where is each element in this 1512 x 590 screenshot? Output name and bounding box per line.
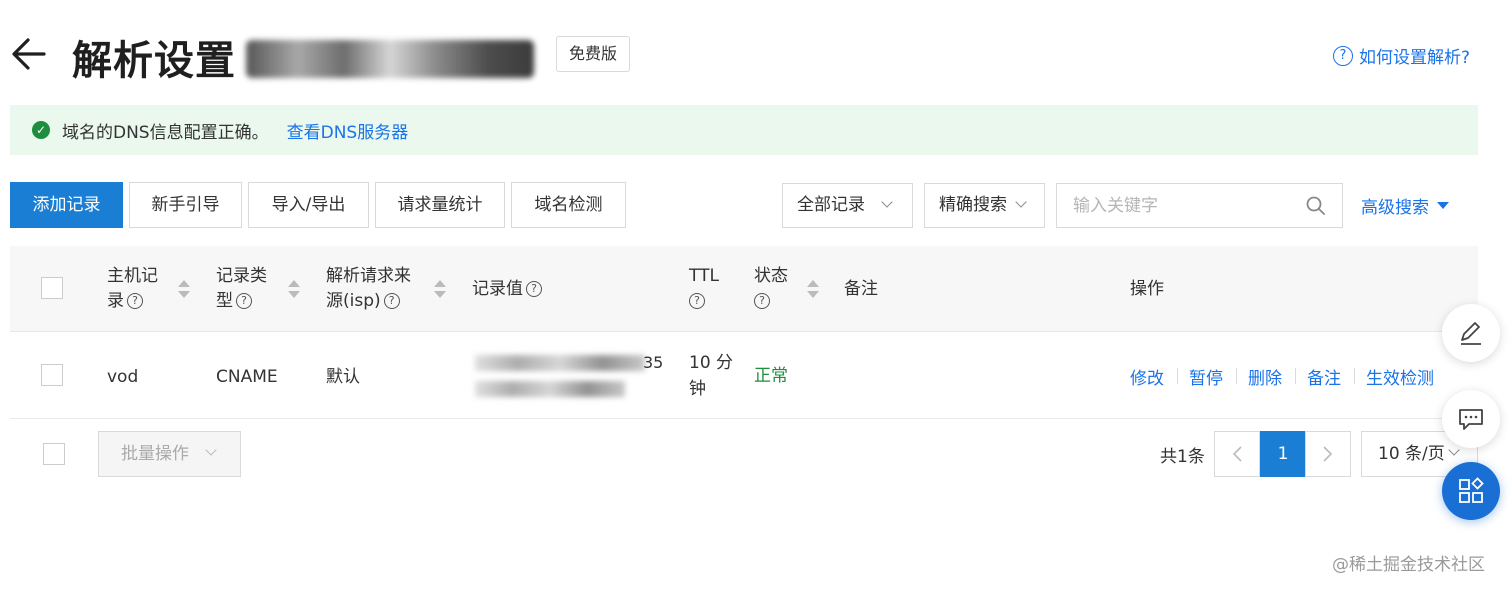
batch-actions-button[interactable]: 批量操作 [98, 431, 241, 477]
remark-link[interactable]: 备注 [1307, 364, 1341, 389]
column-isp-label-2: 源(isp) [326, 291, 381, 311]
advanced-search-label: 高级搜索 [1361, 198, 1429, 218]
table-row: vod CNAME 默认 35 10 分 钟 正常 修改 暂停 删除 备注 生效… [10, 333, 1478, 419]
pause-link[interactable]: 暂停 [1189, 364, 1223, 389]
cell-host: vod [107, 367, 139, 387]
redacted-domain [246, 40, 534, 78]
divider [1354, 368, 1355, 384]
sort-icon[interactable] [807, 280, 819, 300]
chevron-down-icon [1015, 196, 1027, 208]
divider [1177, 368, 1178, 384]
cell-isp: 默认 [326, 367, 360, 387]
divider [1295, 368, 1296, 384]
question-circle-icon[interactable]: ? [236, 293, 252, 309]
search-input[interactable] [1056, 183, 1343, 228]
dns-status-alert: ✓ 域名的DNS信息配置正确。 查看DNS服务器 [10, 105, 1478, 155]
help-link[interactable]: ? 如何设置解析? [1332, 43, 1470, 68]
record-filter-value: 全部记录 [797, 195, 865, 215]
cell-status: 正常 [754, 366, 788, 386]
apps-grid-icon [1459, 477, 1484, 503]
column-ttl: TTL ? [689, 264, 719, 314]
column-type[interactable]: 记录类 型? [216, 264, 267, 314]
column-status-label: 状态 [754, 266, 788, 286]
row-checkbox[interactable] [41, 364, 63, 386]
delete-link[interactable]: 删除 [1248, 364, 1282, 389]
feedback-float-button[interactable] [1442, 390, 1500, 448]
question-circle-icon[interactable]: ? [689, 293, 705, 309]
chevron-down-icon [1448, 444, 1460, 456]
add-record-button[interactable]: 添加记录 [10, 182, 123, 228]
search-icon[interactable] [1305, 195, 1327, 217]
plan-badge: 免费版 [556, 36, 631, 72]
divider [1236, 368, 1237, 384]
footer-select-all-checkbox[interactable] [43, 443, 65, 465]
watermark: @稀土掘金技术社区 [1332, 555, 1485, 575]
page-button-current[interactable]: 1 [1260, 431, 1306, 477]
guide-button[interactable]: 新手引导 [129, 182, 242, 228]
column-host-label: 主机记 [107, 266, 158, 286]
column-value: 记录值? [472, 277, 542, 302]
sort-icon[interactable] [178, 280, 190, 300]
check-circle-icon: ✓ [32, 121, 50, 139]
page-title: 解析设置 [72, 38, 236, 84]
back-arrow-icon[interactable] [8, 34, 52, 74]
question-circle-icon[interactable]: ? [526, 281, 542, 297]
page-size-value: 10 条/页 [1378, 444, 1445, 464]
batch-actions-label: 批量操作 [121, 444, 189, 464]
cell-ttl-line1: 10 分 [689, 353, 734, 373]
check-effect-link[interactable]: 生效检测 [1366, 364, 1434, 389]
pencil-icon [1461, 322, 1481, 345]
column-ttl-label: TTL [689, 266, 719, 286]
column-value-label: 记录值 [472, 279, 523, 299]
total-count: 共1条 [1160, 447, 1205, 467]
next-page-button[interactable] [1305, 431, 1351, 477]
caret-down-icon [1437, 202, 1449, 209]
cell-type: CNAME [216, 367, 278, 387]
sort-icon[interactable] [434, 280, 446, 300]
alert-message: 域名的DNS信息配置正确。 [62, 122, 269, 143]
question-circle-icon: ? [1332, 45, 1353, 66]
question-circle-icon[interactable]: ? [127, 293, 143, 309]
chevron-right-icon [1323, 446, 1333, 462]
edit-float-button[interactable] [1442, 304, 1500, 362]
cell-ttl-line2: 钟 [689, 379, 706, 399]
question-circle-icon[interactable]: ? [754, 293, 770, 309]
view-dns-servers-link[interactable]: 查看DNS服务器 [287, 118, 409, 143]
column-host[interactable]: 主机记 录? [107, 264, 158, 314]
help-link-label: 如何设置解析? [1358, 48, 1470, 68]
record-filter-select[interactable]: 全部记录 [782, 183, 913, 228]
apps-float-button[interactable] [1442, 462, 1500, 520]
request-stats-button[interactable]: 请求量统计 [375, 182, 505, 228]
column-host-label-2: 录 [107, 291, 124, 311]
column-status[interactable]: 状态 ? [754, 264, 788, 314]
select-all-checkbox[interactable] [41, 277, 63, 299]
column-remark: 备注 [844, 279, 878, 299]
cell-value-visible: 35 [643, 353, 664, 372]
column-type-label-2: 型 [216, 291, 233, 311]
chevron-down-icon [881, 196, 893, 208]
chevron-down-icon [205, 444, 217, 456]
column-actions: 操作 [1130, 279, 1164, 299]
question-circle-icon[interactable]: ? [383, 293, 400, 309]
cell-ttl: 10 分 钟 [689, 350, 733, 402]
sort-icon[interactable] [288, 280, 300, 300]
table-header: 主机记 录? 记录类 型? 解析请求来 源(isp)? 记录值? TTL ? 状… [10, 246, 1478, 332]
search-mode-value: 精确搜索 [939, 195, 1007, 215]
advanced-search-toggle[interactable]: 高级搜索 [1361, 193, 1449, 218]
column-type-label: 记录类 [216, 266, 267, 286]
chevron-left-icon [1232, 446, 1242, 462]
column-isp[interactable]: 解析请求来 源(isp)? [326, 264, 411, 314]
column-isp-label: 解析请求来 [326, 266, 411, 286]
import-export-button[interactable]: 导入/导出 [248, 182, 369, 228]
search-mode-select[interactable]: 精确搜索 [924, 183, 1045, 228]
prev-page-button[interactable] [1214, 431, 1260, 477]
domain-check-button[interactable]: 域名检测 [511, 182, 626, 228]
chat-icon [1459, 409, 1483, 430]
edit-link[interactable]: 修改 [1130, 364, 1164, 389]
